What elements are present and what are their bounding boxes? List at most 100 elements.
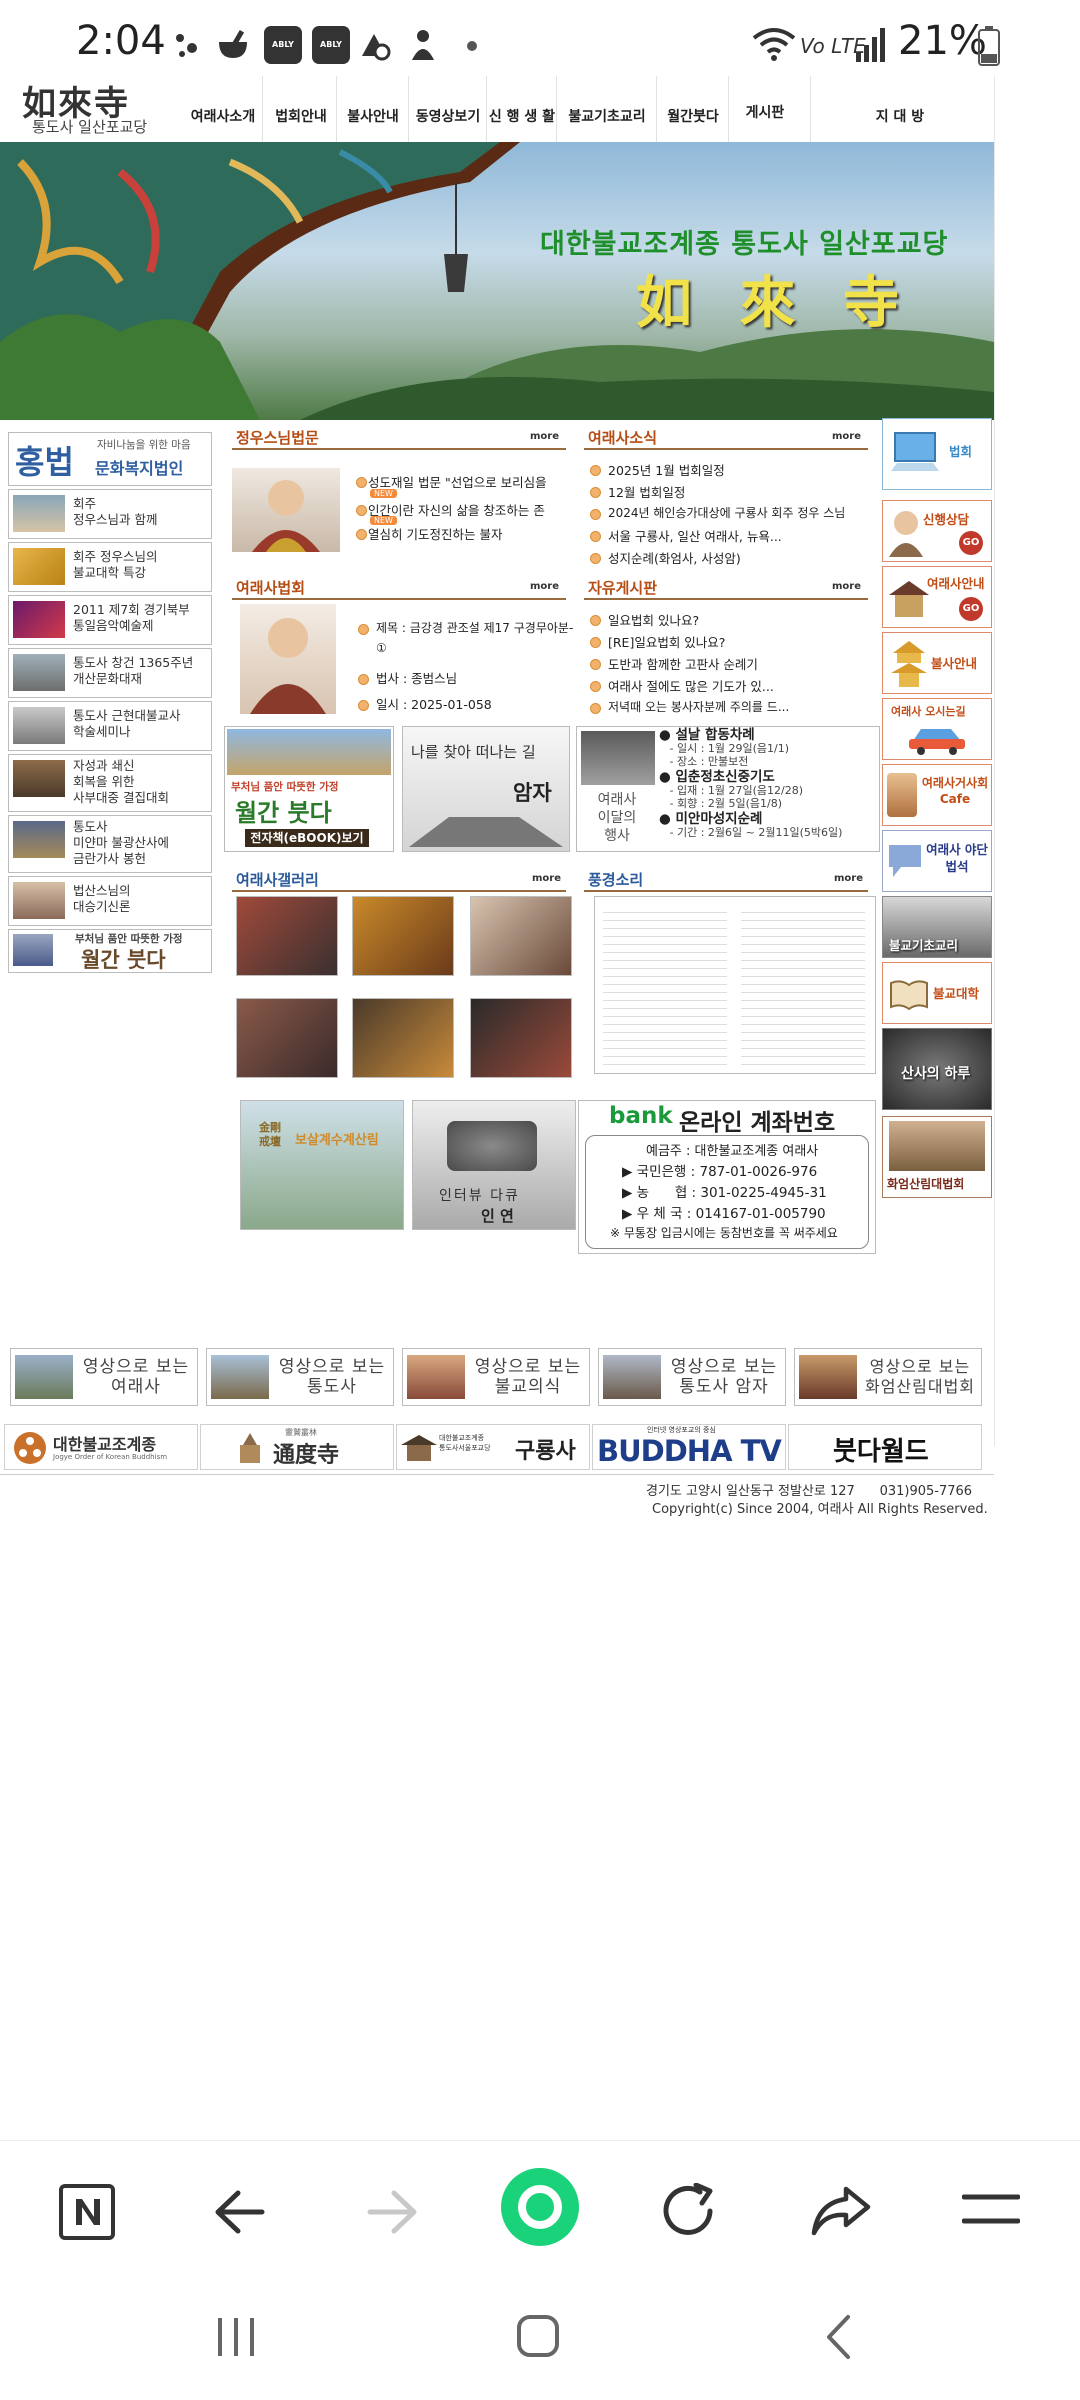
bank-account-row: ▶ 농 협 : 301-0225-4945-31 bbox=[622, 1185, 827, 1201]
board-post-link[interactable]: 일요법회 있나요? bbox=[608, 610, 699, 629]
list-bullet bbox=[358, 624, 369, 635]
right-menu-basic-teachings[interactable]: 불교기초교리 bbox=[882, 896, 992, 958]
video-thumbnail bbox=[603, 1355, 661, 1399]
beopsan-thumbnail bbox=[13, 882, 65, 919]
list-bullet bbox=[590, 509, 601, 520]
status-time: 2:04 bbox=[76, 18, 166, 64]
video-button-temple[interactable]: 영상으로 보는 여래사 bbox=[10, 1348, 198, 1406]
system-back-icon[interactable] bbox=[824, 2314, 852, 2360]
right-menu-temple-info[interactable]: 여래사안내 GO bbox=[882, 566, 992, 628]
monthly-buddha-banner[interactable]: 부처님 품안 따뜻한 가정 월간 붓다 bbox=[8, 929, 212, 973]
video-button-tongdosa[interactable]: 영상으로 보는 통도사 bbox=[206, 1348, 394, 1406]
nav-divider bbox=[262, 76, 263, 142]
board-more-link[interactable]: more bbox=[832, 581, 861, 592]
left-menu-item-anniversary[interactable]: 통도사 창건 1365주년 개산문화대재 bbox=[8, 648, 212, 698]
precepts-banner[interactable]: 金剛戒壇 보살계수계산림 bbox=[240, 1100, 404, 1230]
partner-bookworld-link[interactable]: 붓다월드 bbox=[788, 1424, 982, 1470]
left-menu-item-seminar[interactable]: 통도사 근현대불교사 학술세미나 bbox=[8, 701, 212, 751]
nav-map[interactable]: 지 대 방 bbox=[812, 106, 988, 126]
ebook-banner[interactable]: 부처님 품안 따뜻한 가정 월간 붓다 전자책(eBOOK)보기 bbox=[224, 726, 394, 852]
left-menu-item-lecture[interactable]: 회주 정우스님의 불교대학 특강 bbox=[8, 542, 212, 592]
left-menu-item-with-jungwoo[interactable]: 회주 정우스님과 함께 bbox=[8, 489, 212, 539]
nav-basic-teachings[interactable]: 불교기초교리 bbox=[558, 106, 656, 126]
naver-green-dot-icon[interactable] bbox=[500, 2167, 580, 2247]
monk-portrait-illustration bbox=[252, 480, 320, 552]
right-menu-projects[interactable]: 불사안내 bbox=[882, 632, 992, 694]
left-menu-item-music-festival[interactable]: 2011 제7회 경기북부 통일음악예술제 bbox=[8, 595, 212, 645]
news-item-link[interactable]: 2024년 해인승가대상에 구룡사 회주 정우 스님 bbox=[608, 504, 845, 521]
board-post-link[interactable]: 도반과 함께한 고판사 순례기 bbox=[608, 654, 758, 673]
section-divider bbox=[584, 448, 868, 450]
right-menu-label: 산사의 하루 bbox=[901, 1066, 971, 1082]
video-button-avatamsaka[interactable]: 영상으로 보는 화엄산림대법회 bbox=[794, 1348, 982, 1406]
news-item-link[interactable]: 2025년 1월 법회일정 bbox=[608, 460, 725, 479]
video-button-rituals[interactable]: 영상으로 보는 불교의식 bbox=[402, 1348, 590, 1406]
gallery-thumbnail[interactable] bbox=[236, 896, 338, 976]
left-menu-item-beopsan[interactable]: 법산스님의 대승기신론 bbox=[8, 876, 212, 926]
reload-icon[interactable] bbox=[660, 2183, 720, 2241]
cafe-thumbnail bbox=[887, 773, 917, 817]
board-post-link[interactable]: [RE]일요법회 있나요? bbox=[608, 632, 725, 651]
recent-apps-icon[interactable] bbox=[216, 2316, 256, 2358]
dharma-more-link[interactable]: more bbox=[530, 581, 559, 592]
forward-arrow-icon[interactable] bbox=[366, 2189, 420, 2235]
left-menu-item-assembly[interactable]: 자성과 쇄신 회복을 위한 사부대중 결집대회 bbox=[8, 754, 212, 812]
video-button-hermitages[interactable]: 영상으로 보는 통도사 암자 bbox=[598, 1348, 786, 1406]
right-menu-counseling[interactable]: 신행상담 GO bbox=[882, 500, 992, 562]
right-menu-lay-cafe[interactable]: 여래사거사회 Cafe bbox=[882, 764, 992, 826]
news-item-link[interactable]: 서울 구룡사, 일산 여래사, 뉴욕... bbox=[608, 526, 782, 545]
right-menu-label: 불교대학 bbox=[933, 986, 980, 1001]
sutra-more-link[interactable]: more bbox=[834, 873, 863, 884]
gallery-thumbnail[interactable] bbox=[352, 896, 454, 976]
site-header: 如來寺 통도사 일산포교당 여래사소개 법회안내 불사안내 동영상보기 신 행 … bbox=[0, 76, 994, 143]
board-post-link[interactable]: 저녁때 오는 봉사자분께 주의를 드... bbox=[608, 698, 789, 715]
jungwoo-post-link[interactable]: 열심히 기도정진하는 불자 bbox=[368, 524, 502, 543]
naver-home-icon[interactable] bbox=[58, 2183, 116, 2241]
partner-guryongsa-link[interactable]: 대한불교조계종 통도사서울포교당 구룡사 bbox=[396, 1424, 590, 1470]
dharma-subject[interactable]: 제목 : 금강경 관조설 제17 구경무아분-① bbox=[376, 618, 576, 658]
nav-practice-life[interactable]: 신 행 생 활 bbox=[488, 106, 556, 126]
event-item[interactable]: ● 입춘정초신중기도 - 입재 : 1월 27일(음12/28) - 회향 : … bbox=[659, 770, 877, 810]
news-item-link[interactable]: 12월 법회일정 bbox=[608, 482, 685, 501]
right-menu-dharma[interactable]: 법회 bbox=[882, 418, 992, 490]
news-more-link[interactable]: more bbox=[832, 431, 861, 442]
back-arrow-icon[interactable] bbox=[212, 2189, 266, 2235]
nav-buddhist-projects[interactable]: 불사안내 bbox=[338, 106, 408, 126]
right-menu-temple-day[interactable]: 산사의 하루 bbox=[882, 1028, 992, 1110]
gallery-more-link[interactable]: more bbox=[532, 873, 561, 884]
video-thumbnail bbox=[15, 1355, 73, 1399]
sutra-newsletter-preview[interactable] bbox=[594, 896, 876, 1074]
menu-icon[interactable] bbox=[962, 2191, 1020, 2227]
right-menu-directions[interactable]: 여래사 오시는길 bbox=[882, 698, 992, 760]
nav-monthly-buddha[interactable]: 월간붓다 bbox=[658, 106, 728, 126]
nav-board[interactable]: 게시판 bbox=[730, 102, 800, 122]
gallery-thumbnail[interactable] bbox=[470, 998, 572, 1078]
home-icon[interactable] bbox=[516, 2314, 560, 2358]
interview-doc-banner[interactable]: 인터뷰 다큐 인 연 bbox=[412, 1100, 576, 1230]
gallery-thumbnail[interactable] bbox=[470, 896, 572, 976]
right-menu-buddhist-college[interactable]: 불교대학 bbox=[882, 962, 992, 1024]
share-icon[interactable] bbox=[810, 2185, 872, 2237]
event-item[interactable]: ● 미안마성지순례 - 기간 : 2월6일 ~ 2월11일(5박6일) bbox=[659, 812, 877, 839]
myanmar-thumbnail bbox=[13, 821, 65, 858]
nav-about[interactable]: 여래사소개 bbox=[186, 106, 260, 126]
partner-buddhatv-link[interactable]: 인터넷 영상포교의 중심 BUDDHA TV bbox=[592, 1424, 786, 1470]
gallery-thumbnail[interactable] bbox=[236, 998, 338, 1078]
board-post-link[interactable]: 여래사 절에도 많은 기도가 있... bbox=[608, 676, 774, 695]
right-menu-avatamsaka-assembly[interactable]: 화엄산림대법회 bbox=[882, 1116, 992, 1198]
hermitage-banner[interactable]: 나를 찾아 떠나는 길 암자 bbox=[402, 726, 570, 852]
news-item-link[interactable]: 성지순례(화엄사, 사성암) bbox=[608, 548, 741, 567]
gallery-thumbnail[interactable] bbox=[352, 998, 454, 1078]
magazine-title: 월간 붓다 bbox=[81, 947, 166, 972]
partner-tongdosa-link[interactable]: 靈鷲叢林 通度寺 bbox=[200, 1424, 394, 1470]
event-item[interactable]: ● 설날 합동차례 - 일시 : 1월 29일(음1/1) - 장소 : 만불보… bbox=[659, 728, 877, 768]
festival-thumbnail bbox=[13, 601, 65, 638]
culture-welfare-banner[interactable]: 홍법 자비나눔을 위한 마음 문화복지법인 bbox=[8, 432, 212, 486]
nav-videos[interactable]: 동영상보기 bbox=[410, 106, 486, 126]
jungwoo-more-link[interactable]: more bbox=[530, 431, 559, 442]
nav-dharma-service[interactable]: 법회안내 bbox=[266, 106, 336, 126]
ebook-view-button[interactable]: 전자책(eBOOK)보기 bbox=[245, 829, 369, 847]
left-menu-item-myanmar[interactable]: 통도사 미얀마 불광산사에 금란가사 봉헌 bbox=[8, 815, 212, 873]
right-menu-open-forum[interactable]: 여래사 야단법석 bbox=[882, 830, 992, 892]
partner-jogye-link[interactable]: 대한불교조계종 Jogye Order of Korean Buddhism bbox=[4, 1424, 198, 1470]
